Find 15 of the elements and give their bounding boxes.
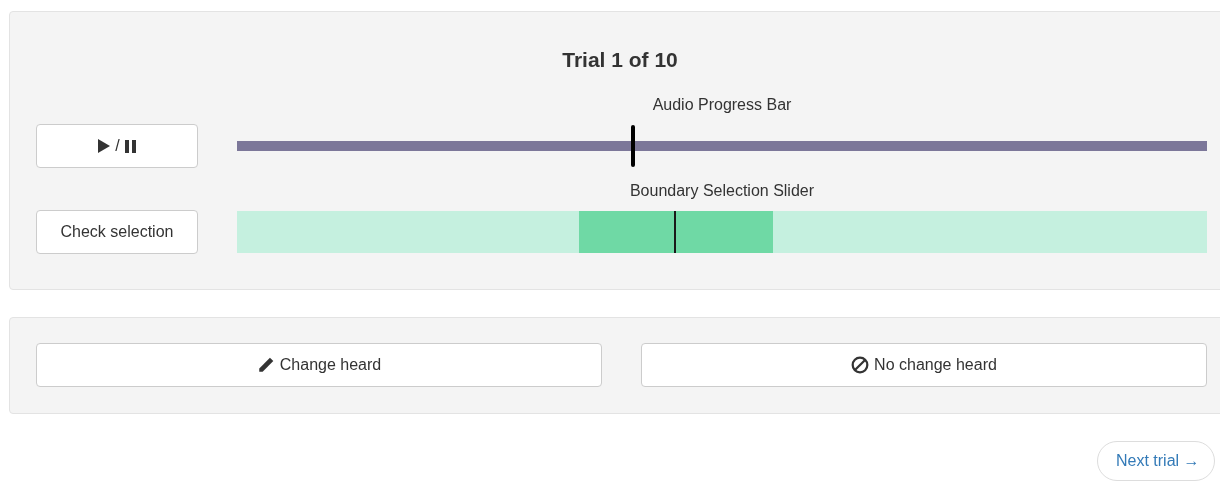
check-selection-button[interactable]: Check selection (36, 210, 198, 254)
boundary-slider[interactable] (237, 211, 1207, 253)
progress-marker[interactable] (630, 125, 635, 167)
slider-label: Boundary Selection Slider (629, 182, 815, 200)
no-change-heard-button[interactable]: No change heard (641, 343, 1207, 387)
trial-title: Trial 1 of 10 (561, 48, 679, 73)
progress-label: Audio Progress Bar (652, 96, 792, 114)
change-heard-button[interactable]: Change heard (36, 343, 602, 387)
pause-icon (124, 139, 136, 153)
play-pause-button[interactable]: / (36, 124, 198, 168)
next-trial-button[interactable]: Next trial → (1097, 441, 1215, 481)
prohibited-icon (851, 356, 870, 374)
play-icon (98, 139, 111, 153)
slider-thumb[interactable] (674, 211, 677, 253)
pencil-icon (256, 356, 275, 374)
